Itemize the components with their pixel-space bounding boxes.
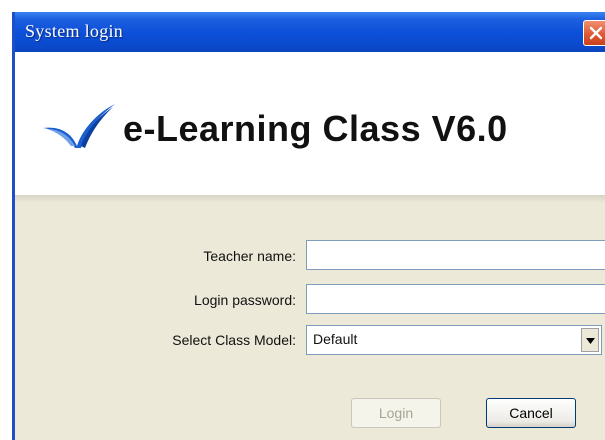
banner: e-Learning Class V6.0 bbox=[15, 52, 605, 195]
swoosh-logo-icon bbox=[43, 104, 115, 148]
class-model-select[interactable]: Default bbox=[306, 325, 602, 355]
product-title: e-Learning Class V6.0 bbox=[123, 108, 508, 149]
title-bar[interactable]: System login bbox=[15, 12, 605, 52]
chevron-down-icon bbox=[586, 338, 595, 344]
cancel-button[interactable]: Cancel bbox=[486, 398, 576, 428]
login-button[interactable]: Login bbox=[351, 398, 441, 428]
teacher-name-input[interactable] bbox=[306, 240, 605, 270]
window-title: System login bbox=[25, 21, 124, 41]
close-button[interactable] bbox=[583, 20, 605, 46]
teacher-name-label: Teacher name: bbox=[203, 248, 296, 264]
class-model-dropdown-button[interactable] bbox=[581, 328, 599, 352]
class-model-value: Default bbox=[313, 331, 358, 347]
login-password-input[interactable] bbox=[306, 284, 605, 314]
class-model-label: Select Class Model: bbox=[172, 332, 296, 348]
screen: System login e-Learning Class V6.0 Teach… bbox=[0, 0, 605, 440]
login-dialog: System login e-Learning Class V6.0 Teach… bbox=[12, 12, 605, 440]
login-password-label: Login password: bbox=[194, 292, 296, 308]
close-icon bbox=[589, 26, 603, 40]
banner-divider bbox=[15, 195, 605, 203]
